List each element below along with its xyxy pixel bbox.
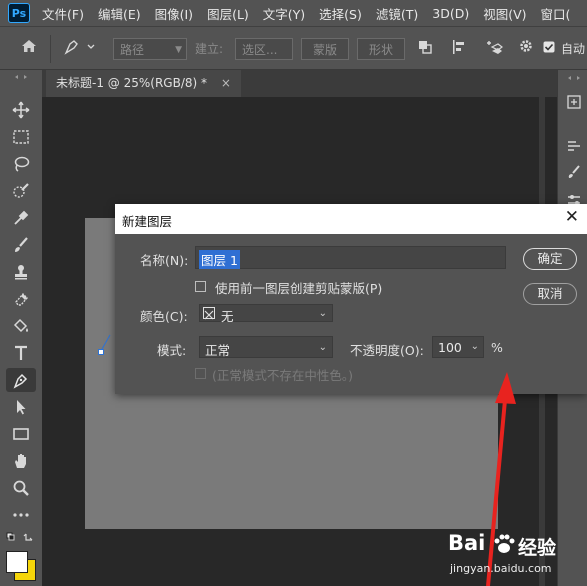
annotation-arrow: [486, 372, 516, 586]
watermark-url: jingyan.baidu.com: [450, 562, 552, 575]
watermark-brand-suffix: 经验: [518, 537, 557, 559]
baidu-jingyan-watermark: Bai 经验 jingyan.baidu.com: [448, 529, 583, 583]
paw-icon: [494, 534, 515, 553]
watermark-brand: Bai: [448, 531, 486, 555]
